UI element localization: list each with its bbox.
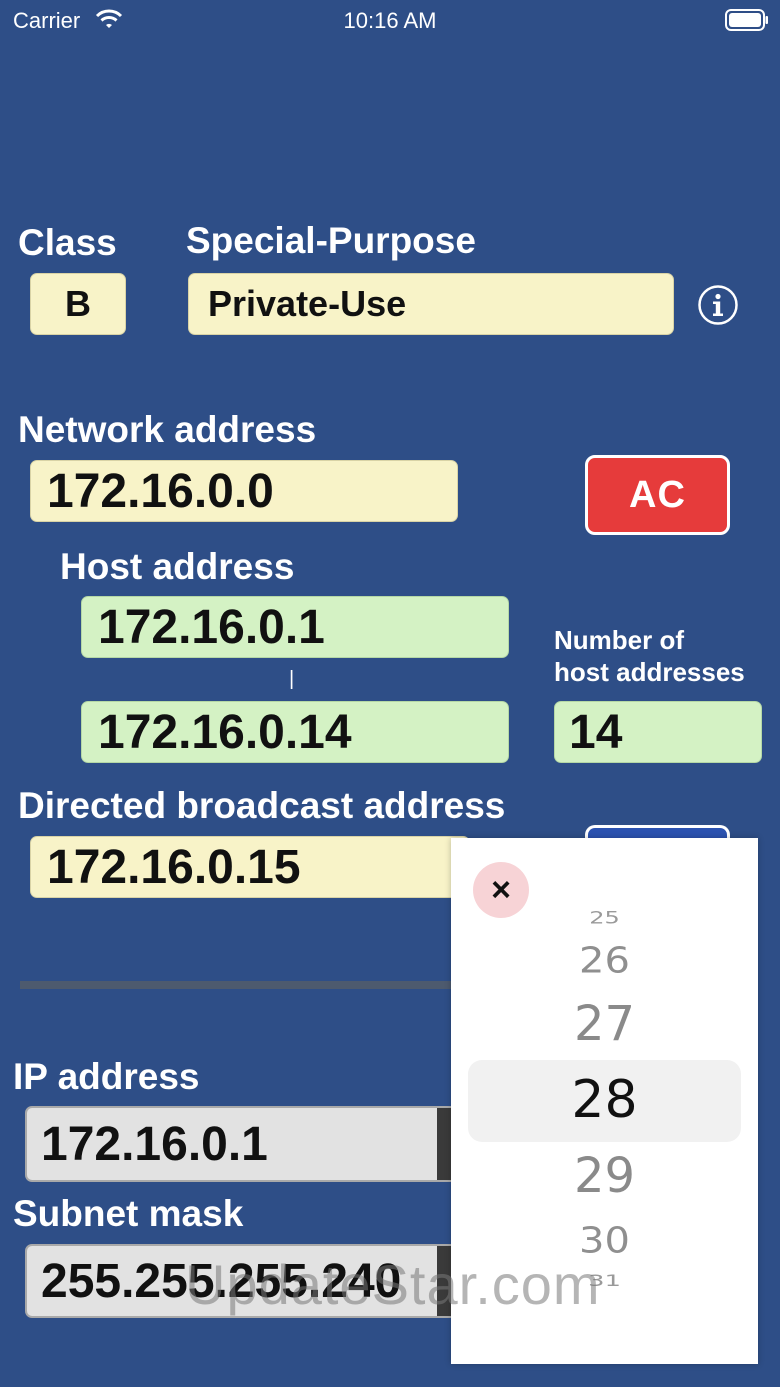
host-first-field: 172.16.0.1 (81, 596, 509, 658)
picker-item[interactable]: 26 (451, 940, 758, 981)
status-time: 10:16 AM (343, 8, 437, 33)
picker-item[interactable]: 27 (451, 996, 758, 1052)
watermark-text: UpdateStar.com (185, 1253, 601, 1316)
host-count-label-line1: Number of (554, 625, 684, 655)
ip-address-input[interactable]: 172.16.0.1 (25, 1106, 465, 1182)
broadcast-address-field: 172.16.0.15 (30, 836, 470, 898)
host-count-label: Number of host addresses (554, 624, 745, 688)
special-purpose-label: Special-Purpose (186, 220, 476, 261)
picker-item[interactable]: 25 (451, 908, 758, 928)
info-icon[interactable] (697, 284, 739, 331)
host-last-field: 172.16.0.14 (81, 701, 509, 763)
ip-address-label: IP address (13, 1056, 200, 1097)
class-label: Class (18, 222, 117, 263)
host-address-label: Host address (60, 546, 295, 587)
battery-icon (725, 9, 769, 36)
picker-item[interactable]: 29 (451, 1148, 758, 1204)
host-range-separator: | (289, 668, 295, 690)
broadcast-address-label: Directed broadcast address (18, 785, 506, 826)
ip-keypad-edge (437, 1108, 451, 1180)
picker-item-selected[interactable]: 28 (451, 1070, 758, 1130)
ac-button[interactable]: AC (585, 455, 730, 535)
host-count-field: 14 (554, 701, 762, 763)
network-address-label: Network address (18, 409, 317, 450)
host-count-label-line2: host addresses (554, 657, 745, 687)
class-field: B (30, 273, 126, 335)
network-address-field: 172.16.0.0 (30, 460, 458, 522)
special-purpose-field: Private-Use (188, 273, 674, 335)
subnet-mask-label: Subnet mask (13, 1193, 244, 1234)
divider (20, 981, 460, 989)
